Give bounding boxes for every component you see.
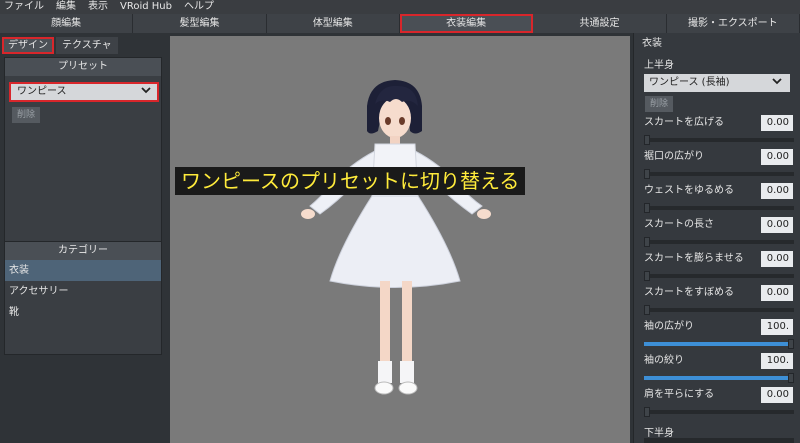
category-item-outfit[interactable]: 衣装 — [5, 260, 161, 281]
param-slider[interactable] — [644, 135, 794, 145]
param-slider[interactable] — [644, 305, 794, 315]
param-row: 袖の絞り 100. — [634, 353, 800, 387]
chevron-down-icon — [141, 82, 151, 102]
tab-body-edit[interactable]: 体型編集 — [266, 14, 400, 33]
sub-tab-bar: デザイン テクスチャ — [2, 37, 120, 54]
menu-help[interactable]: ヘルプ — [184, 0, 214, 14]
param-value-field[interactable]: 0.00 — [761, 183, 793, 199]
param-slider[interactable] — [644, 169, 794, 179]
param-value-field[interactable]: 0.00 — [761, 251, 793, 267]
main-tab-bar: 顔編集 髪型編集 体型編集 衣装編集 共通設定 撮影・エクスポート — [0, 14, 800, 33]
garment-selected-value: ワンピース (長袖) — [649, 77, 730, 88]
param-slider-handle[interactable] — [788, 373, 794, 383]
lower-body-divider — [644, 438, 794, 443]
param-slider-handle[interactable] — [644, 237, 650, 247]
param-slider[interactable] — [644, 407, 794, 417]
garment-dropdown[interactable]: ワンピース (長袖) — [644, 74, 790, 92]
param-slider[interactable] — [644, 203, 794, 213]
param-slider[interactable] — [644, 339, 794, 349]
param-row: スカートを広げる 0.00 — [634, 115, 800, 149]
menu-bar: ファイル 編集 表示 VRoid Hub ヘルプ — [0, 0, 800, 14]
param-label: 袖の広がり — [644, 321, 694, 332]
param-row: スカートの長さ 0.00 — [634, 217, 800, 251]
param-slider-handle[interactable] — [644, 271, 650, 281]
right-panel: 衣装 上半身 ワンピース (長袖) 削除 スカートを広げる 0.00 裾口の広がり 0… — [633, 33, 800, 443]
tab-photo-export[interactable]: 撮影・エクスポート — [666, 14, 800, 33]
lower-body-label: 下半身 — [644, 428, 674, 439]
tutorial-caption: ワンピースのプリセットに切り替える — [175, 167, 526, 195]
outfit-section-title: 衣装 — [642, 38, 662, 49]
preset-panel: プリセット ワンピース 削除 — [4, 57, 162, 257]
param-value-field[interactable]: 0.00 — [761, 217, 793, 233]
param-row: ウェストをゆるめる 0.00 — [634, 183, 800, 217]
param-slider-fill — [644, 376, 794, 380]
upper-body-label: 上半身 — [644, 60, 674, 71]
param-row: 肩を平らにする 0.00 — [634, 387, 800, 421]
param-label: 裾口の広がり — [644, 151, 704, 162]
param-slider[interactable] — [644, 237, 794, 247]
menu-vroid-hub[interactable]: VRoid Hub — [120, 0, 172, 14]
param-value-field[interactable]: 0.00 — [761, 285, 793, 301]
param-value-field[interactable]: 100. — [761, 353, 793, 369]
param-label: 肩を平らにする — [644, 389, 715, 400]
chevron-down-icon — [772, 74, 782, 92]
menu-edit[interactable]: 編集 — [56, 0, 76, 14]
param-row: スカートを膨らませる 0.00 — [634, 251, 800, 285]
param-slider-handle[interactable] — [644, 305, 650, 315]
param-slider[interactable] — [644, 271, 794, 281]
param-row: スカートをすぼめる 0.00 — [634, 285, 800, 319]
param-row: 袖の広がり 100. — [634, 319, 800, 353]
category-header: カテゴリー — [5, 242, 161, 260]
param-row: 裾口の広がり 0.00 — [634, 149, 800, 183]
param-label: スカートをすぼめる — [644, 287, 734, 298]
3d-viewport[interactable]: ワンピースのプリセットに切り替える — [170, 36, 630, 443]
param-value-field[interactable]: 0.00 — [761, 387, 793, 403]
param-slider-handle[interactable] — [788, 339, 794, 349]
tab-common-settings[interactable]: 共通設定 — [533, 14, 667, 33]
param-label: スカートの長さ — [644, 219, 714, 230]
param-value-field[interactable]: 100. — [761, 319, 793, 335]
tab-hair-edit[interactable]: 髪型編集 — [133, 14, 267, 33]
preset-selected-value: ワンピース — [17, 86, 67, 97]
garment-delete-button[interactable]: 削除 — [645, 96, 674, 112]
preset-delete-button[interactable]: 削除 — [12, 107, 41, 123]
param-slider-handle[interactable] — [644, 407, 650, 417]
param-slider-fill — [644, 342, 794, 346]
param-label: スカートを広げる — [644, 117, 724, 128]
subtab-design[interactable]: デザイン — [2, 37, 54, 54]
param-value-field[interactable]: 0.00 — [761, 115, 793, 131]
category-panel: カテゴリー 衣装 アクセサリー 靴 — [4, 241, 162, 355]
param-slider[interactable] — [644, 373, 794, 383]
param-label: ウェストをゆるめる — [644, 185, 734, 196]
subtab-texture[interactable]: テクスチャ — [56, 37, 118, 54]
category-item-shoes[interactable]: 靴 — [5, 302, 161, 323]
param-slider-handle[interactable] — [644, 203, 650, 213]
tab-outfit-edit[interactable]: 衣装編集 — [399, 14, 534, 33]
tab-face-edit[interactable]: 顔編集 — [0, 14, 134, 33]
menu-file[interactable]: ファイル — [4, 0, 44, 14]
preset-header: プリセット — [5, 58, 161, 76]
param-label: 袖の絞り — [644, 355, 684, 366]
param-slider-handle[interactable] — [644, 169, 650, 179]
category-item-accessory[interactable]: アクセサリー — [5, 281, 161, 302]
param-value-field[interactable]: 0.00 — [761, 149, 793, 165]
preset-dropdown[interactable]: ワンピース — [9, 82, 159, 102]
avatar-model — [301, 80, 491, 395]
param-label: スカートを膨らませる — [644, 253, 744, 264]
param-slider-handle[interactable] — [644, 135, 650, 145]
menu-view[interactable]: 表示 — [88, 0, 108, 14]
left-panel: デザイン テクスチャ プリセット ワンピース 削除 カテゴリー 衣装 アクセサリ… — [0, 33, 168, 443]
